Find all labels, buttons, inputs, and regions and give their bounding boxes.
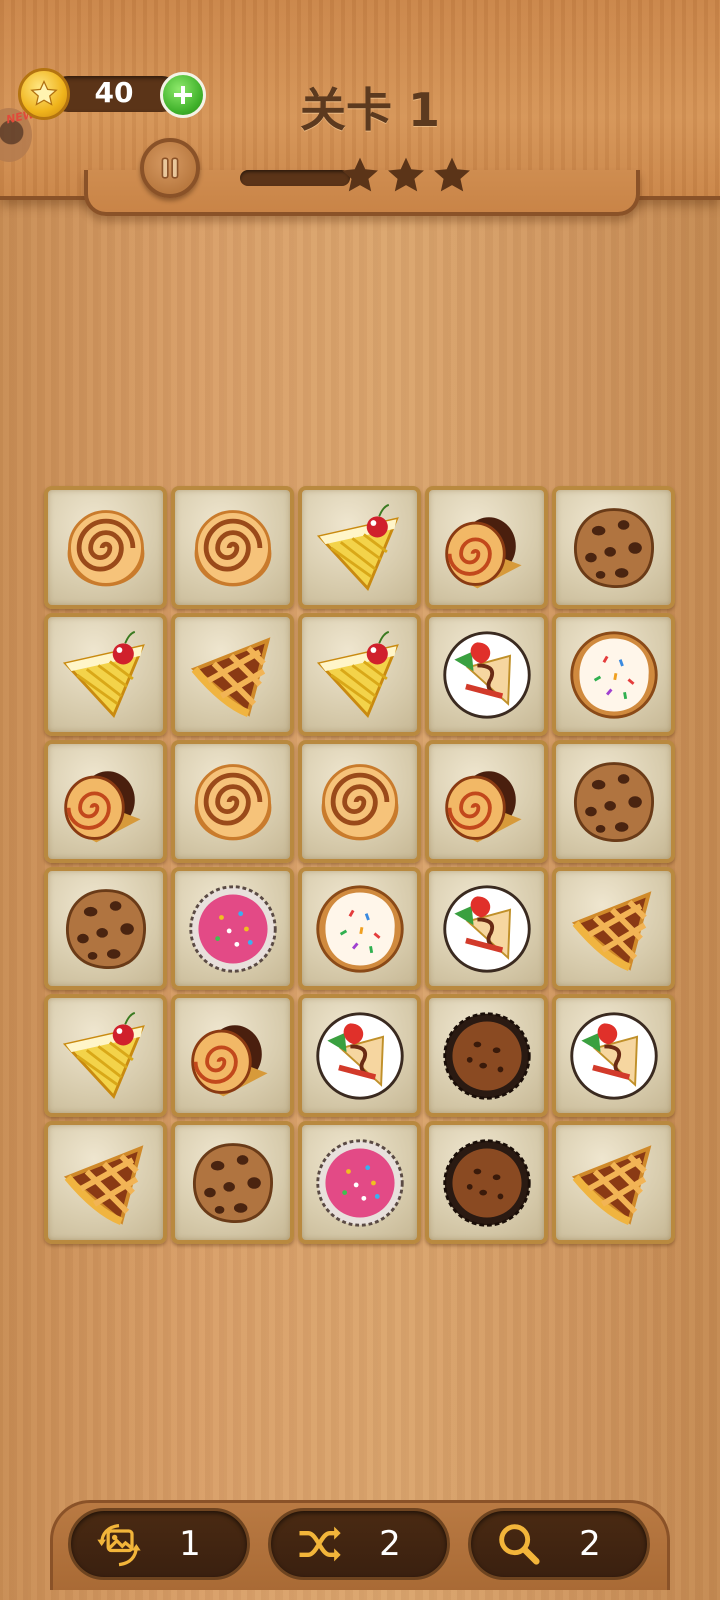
tile-chocolate-chip-cookie[interactable]: [44, 867, 167, 990]
tile-crepe-plate[interactable]: [298, 994, 421, 1117]
sprinkle-cookie-icon: [315, 884, 404, 973]
tile-pink-cupcake[interactable]: [298, 1121, 421, 1244]
lattice-pie-icon: [571, 1144, 651, 1225]
chocolate-muffin-icon: [442, 1138, 531, 1227]
star-icon: [388, 157, 424, 192]
swiss-roll-icon: [444, 770, 522, 842]
crepe-plate-icon: [442, 630, 531, 719]
tile-cheese-cake[interactable]: [44, 994, 167, 1117]
pause-button[interactable]: [140, 138, 200, 198]
tile-cheese-cake[interactable]: [44, 613, 167, 736]
coin-star-icon: [18, 68, 70, 120]
cinnamon-roll-icon: [321, 763, 398, 840]
tile-cinnamon-roll[interactable]: [298, 740, 421, 863]
chocolate-muffin-icon: [442, 1011, 531, 1100]
tile-chocolate-muffin[interactable]: [425, 1121, 548, 1244]
tile-lattice-pie[interactable]: [552, 1121, 675, 1244]
level-title: 关卡 1: [299, 83, 441, 137]
tile-swiss-roll[interactable]: [425, 740, 548, 863]
star-rating: [338, 154, 478, 198]
tile-lattice-pie[interactable]: [552, 867, 675, 990]
chocolate-chip-cookie-icon: [192, 1142, 273, 1223]
swap-powerup-button[interactable]: 1: [68, 1508, 250, 1580]
powerup-bar: 1 2 2: [0, 1494, 720, 1600]
swiss-roll-icon: [63, 770, 141, 842]
cinnamon-roll-icon: [194, 509, 271, 586]
tile-crepe-plate[interactable]: [552, 994, 675, 1117]
lattice-pie-icon: [190, 636, 270, 717]
lattice-pie-icon: [571, 890, 651, 971]
cinnamon-roll-icon: [194, 763, 271, 840]
tile-crepe-plate[interactable]: [425, 613, 548, 736]
crepe-plate-icon: [569, 1011, 658, 1100]
cheese-cake-icon: [62, 1011, 145, 1099]
hint-powerup-count: 2: [579, 1524, 601, 1564]
tile-cinnamon-roll[interactable]: [171, 740, 294, 863]
tile-chocolate-chip-cookie[interactable]: [171, 1121, 294, 1244]
tile-lattice-pie[interactable]: [44, 1121, 167, 1244]
cheese-cake-icon: [316, 503, 399, 591]
swap-image-icon: [97, 1523, 141, 1567]
tile-swiss-roll[interactable]: [44, 740, 167, 863]
chocolate-chip-cookie-icon: [65, 888, 146, 969]
tile-cheese-cake[interactable]: [298, 486, 421, 609]
cheese-cake-icon: [316, 630, 399, 718]
tile-chocolate-chip-cookie[interactable]: [552, 486, 675, 609]
magnifier-icon: [499, 1524, 540, 1565]
star-icon: [342, 157, 378, 192]
tile-lattice-pie[interactable]: [171, 613, 294, 736]
cheese-cake-icon: [62, 630, 145, 718]
pink-cupcake-icon: [188, 884, 277, 973]
tile-sprinkle-cookie[interactable]: [298, 867, 421, 990]
tile-swiss-roll[interactable]: [425, 486, 548, 609]
plus-icon: [174, 86, 192, 104]
shuffle-powerup-button[interactable]: 2: [268, 1508, 450, 1580]
tile-crepe-plate[interactable]: [425, 867, 548, 990]
tile-sprinkle-cookie[interactable]: [552, 613, 675, 736]
tile-cinnamon-roll[interactable]: [171, 486, 294, 609]
shuffle-powerup-count: 2: [379, 1524, 401, 1564]
crepe-plate-icon: [315, 1011, 404, 1100]
tile-board: [44, 486, 676, 1246]
add-coins-button[interactable]: [160, 72, 206, 118]
hint-powerup-button[interactable]: 2: [468, 1508, 650, 1580]
tile-chocolate-muffin[interactable]: [425, 994, 548, 1117]
swiss-roll-icon: [444, 516, 522, 588]
cinnamon-roll-icon: [67, 509, 144, 586]
tile-cheese-cake[interactable]: [298, 613, 421, 736]
tile-cinnamon-roll[interactable]: [44, 486, 167, 609]
tile-swiss-roll[interactable]: [171, 994, 294, 1117]
tile-chocolate-chip-cookie[interactable]: [552, 740, 675, 863]
swap-powerup-count: 1: [179, 1524, 201, 1564]
crepe-plate-icon: [442, 884, 531, 973]
lattice-pie-icon: [63, 1144, 143, 1225]
tile-pink-cupcake[interactable]: [171, 867, 294, 990]
coin-count: 40: [94, 76, 134, 109]
star-icon: [434, 157, 470, 192]
swiss-roll-icon: [190, 1024, 268, 1096]
sprinkle-cookie-icon: [569, 630, 658, 719]
level-progress-bar: [240, 170, 350, 186]
pink-cupcake-icon: [315, 1138, 404, 1227]
pause-icon: [161, 157, 179, 179]
chocolate-chip-cookie-icon: [573, 761, 654, 842]
shuffle-icon: [299, 1526, 341, 1562]
chocolate-chip-cookie-icon: [573, 507, 654, 588]
